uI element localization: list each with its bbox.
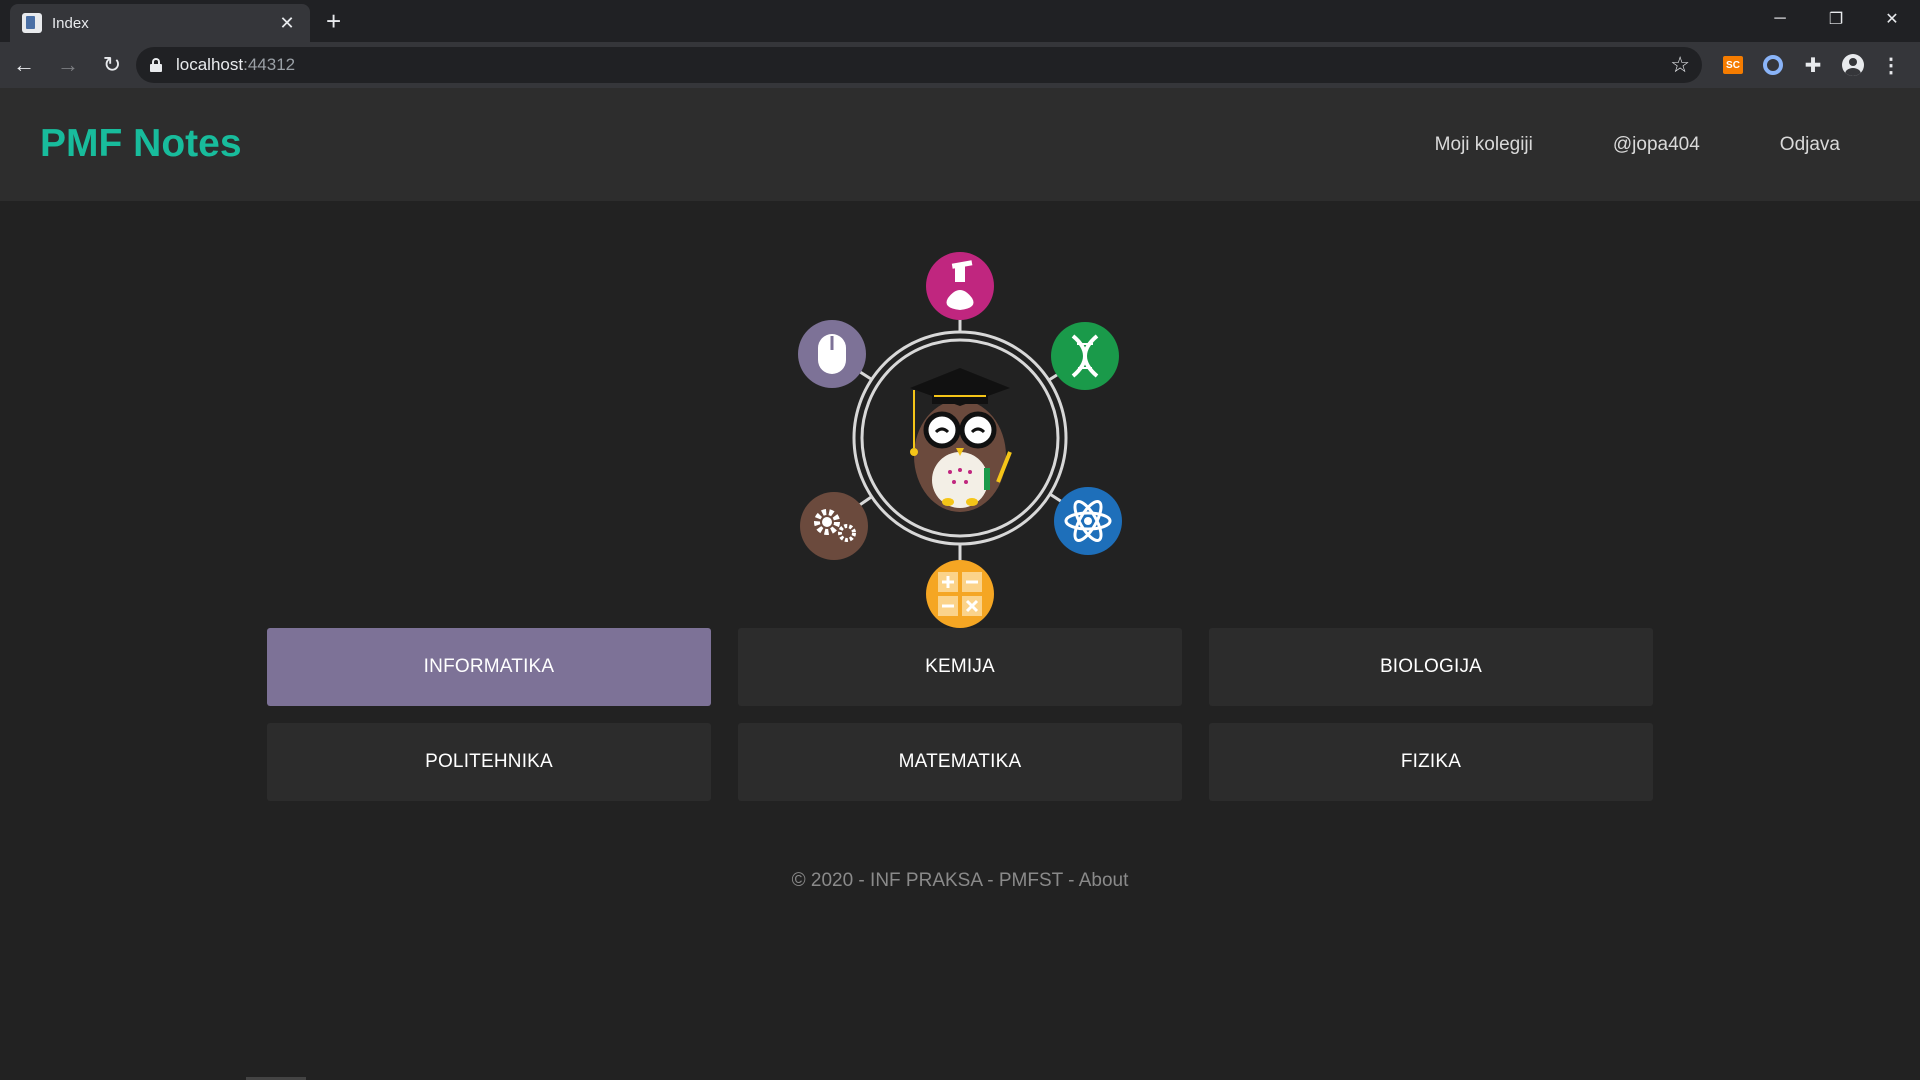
- new-tab-button[interactable]: +: [326, 6, 341, 37]
- calculator-icon: [926, 560, 994, 628]
- browser-tabstrip: Index ✕ + ─ ❐ ✕: [0, 0, 1920, 42]
- extension-sc-icon[interactable]: SC: [1718, 50, 1748, 80]
- browser-toolbar: ← → ↻ localhost:44312 ☆ SC ✚ ⋮: [0, 42, 1920, 88]
- browser-tab[interactable]: Index ✕: [10, 4, 310, 42]
- gears-icon: [800, 492, 868, 560]
- bookmark-star-icon[interactable]: ☆: [1670, 52, 1690, 78]
- extension-sc-label: SC: [1723, 56, 1743, 74]
- subject-fizika-button[interactable]: FIZIKA: [1209, 723, 1653, 801]
- minimize-icon[interactable]: ─: [1752, 0, 1808, 38]
- subject-matematika-button[interactable]: MATEMATIKA: [738, 723, 1182, 801]
- reload-icon[interactable]: ↻: [92, 45, 132, 85]
- footer-copyright: © 2020 - INF PRAKSA - PMFST -: [791, 870, 1079, 891]
- subject-biologija-button[interactable]: BIOLOGIJA: [1209, 628, 1653, 706]
- close-window-icon[interactable]: ✕: [1864, 0, 1920, 38]
- address-bar[interactable]: localhost:44312 ☆: [136, 47, 1702, 83]
- profile-avatar-icon[interactable]: [1838, 50, 1868, 80]
- footer-about-link[interactable]: About: [1079, 870, 1129, 891]
- mouse-icon: [798, 320, 866, 388]
- brand-logo[interactable]: PMF Notes: [40, 122, 242, 166]
- url-port: :44312: [243, 55, 296, 74]
- dna-icon: [1051, 322, 1119, 390]
- browser-menu-icon[interactable]: ⋮: [1876, 50, 1906, 80]
- site-navbar: PMF Notes Moji kolegiji @jopa404 Odjava: [0, 88, 1920, 201]
- lock-icon[interactable]: [150, 58, 162, 72]
- subject-kemija-button[interactable]: KEMIJA: [738, 628, 1182, 706]
- nav-logout[interactable]: Odjava: [1780, 134, 1840, 156]
- window-controls: ─ ❐ ✕: [1752, 0, 1920, 38]
- nav-links: Moji kolegiji @jopa404 Odjava: [1435, 88, 1920, 201]
- subject-politehnika-button[interactable]: POLITEHNIKA: [267, 723, 711, 801]
- extensions-puzzle-icon[interactable]: ✚: [1798, 50, 1828, 80]
- flask-icon: [926, 252, 994, 320]
- page-favicon-icon: [22, 13, 42, 33]
- extension-ring-icon[interactable]: [1758, 50, 1788, 80]
- forward-arrow-icon[interactable]: →: [48, 45, 88, 85]
- owl-graduate-icon: [910, 368, 1012, 512]
- restore-icon[interactable]: ❐: [1808, 0, 1864, 38]
- tab-title: Index: [52, 14, 89, 32]
- subject-informatika-button[interactable]: INFORMATIKA: [267, 628, 711, 706]
- back-arrow-icon[interactable]: ←: [4, 45, 44, 85]
- nav-username[interactable]: @jopa404: [1613, 134, 1700, 156]
- close-tab-icon[interactable]: ✕: [276, 13, 298, 34]
- nav-my-courses[interactable]: Moji kolegiji: [1435, 134, 1533, 156]
- owl-science-illustration: [798, 252, 1122, 628]
- page-footer: © 2020 - INF PRAKSA - PMFST - About: [0, 870, 1920, 892]
- subject-grid: INFORMATIKA KEMIJA BIOLOGIJA POLITEHNIKA…: [267, 628, 1653, 801]
- url-host: localhost: [176, 55, 244, 74]
- atom-icon: [1054, 487, 1122, 555]
